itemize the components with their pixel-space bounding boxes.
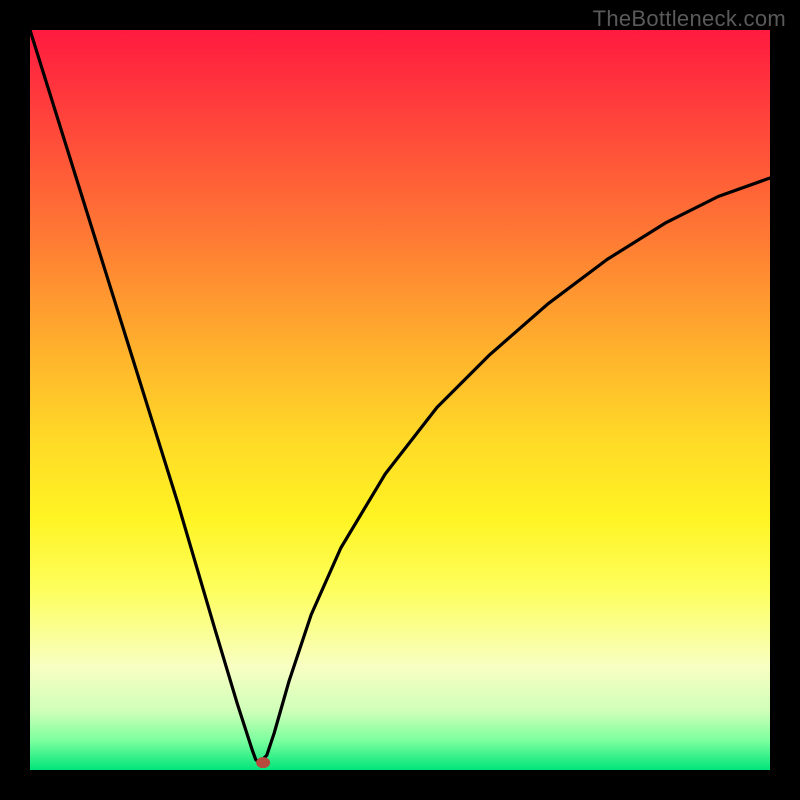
- chart-frame: TheBottleneck.com: [0, 0, 800, 800]
- watermark-text: TheBottleneck.com: [593, 6, 786, 32]
- chart-overlay: [30, 30, 770, 770]
- minimum-marker: [256, 757, 270, 768]
- bottleneck-curve: [30, 30, 770, 763]
